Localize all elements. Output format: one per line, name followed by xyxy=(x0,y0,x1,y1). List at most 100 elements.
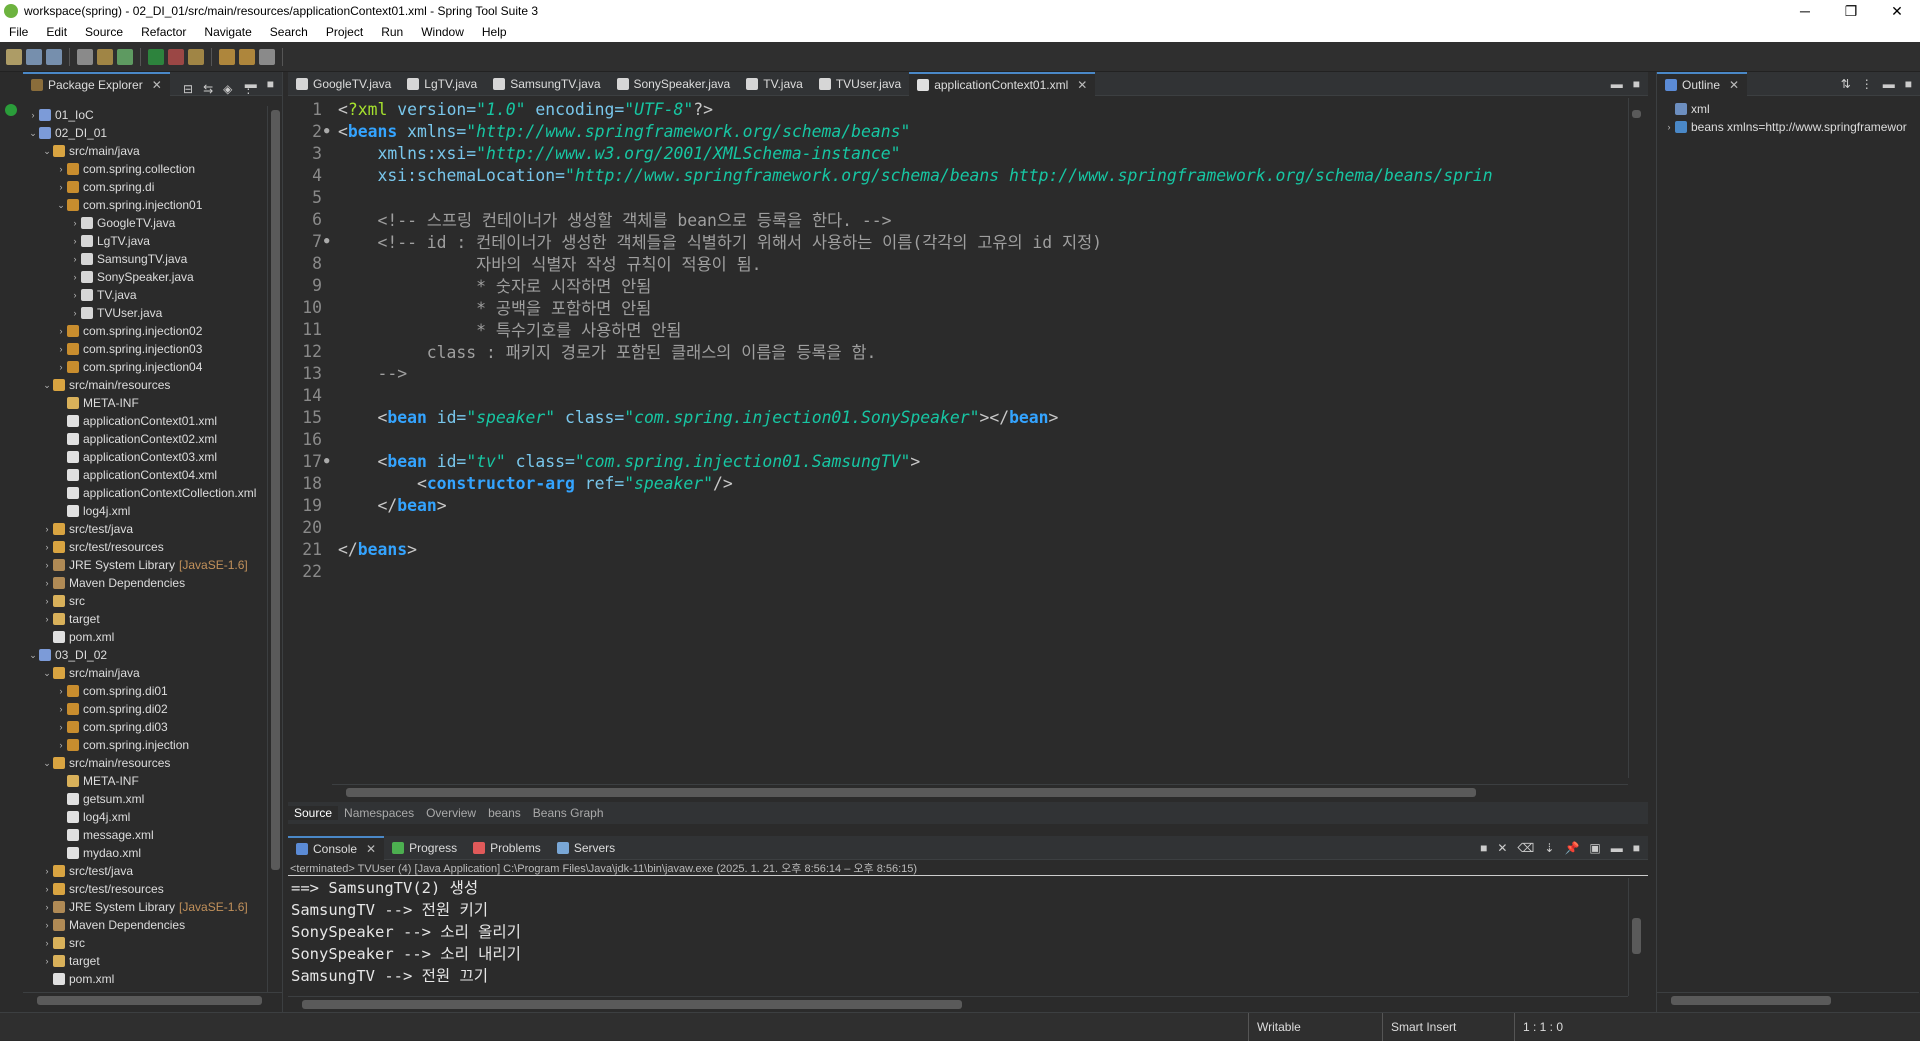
console-output[interactable]: ==> SamsungTV(2) 생성 SamsungTV --> 전원 키기 So… xyxy=(288,876,1648,986)
clear-console-icon[interactable]: ⌫ xyxy=(1517,841,1534,855)
editor-tab-tvuser-java[interactable]: TVUser.java xyxy=(811,72,909,96)
package-explorer-horizontal-scrollbar[interactable] xyxy=(23,992,282,1007)
terminate-icon[interactable]: ■ xyxy=(1480,841,1487,855)
tree-item[interactable]: getsum.xml xyxy=(23,790,268,808)
minimize-button[interactable]: ─ xyxy=(1782,3,1828,19)
console-vertical-scrollbar[interactable] xyxy=(1628,878,1644,996)
minimize-panel-icon[interactable]: ▬ xyxy=(1883,77,1895,91)
fold-marker-icon[interactable]: ● xyxy=(324,236,334,246)
tree-item[interactable]: › com.spring.injection03 xyxy=(23,340,268,358)
editor-page-tab-overview[interactable]: Overview xyxy=(420,806,482,820)
expand-arrow-icon[interactable]: › xyxy=(55,182,67,192)
expand-arrow-icon[interactable]: ⌄ xyxy=(41,668,53,679)
debug-icon[interactable] xyxy=(117,48,133,65)
expand-arrow-icon[interactable]: ⌄ xyxy=(27,650,39,661)
tree-item[interactable]: › src/test/java xyxy=(23,862,268,880)
tab-console[interactable]: Console ✕ xyxy=(288,835,385,860)
save-all-icon[interactable] xyxy=(46,48,62,65)
pin-console-icon[interactable]: 📌 xyxy=(1564,841,1579,855)
tree-item[interactable]: ⌄ src/main/java xyxy=(23,664,268,682)
tree-item[interactable]: applicationContext04.xml xyxy=(23,466,268,484)
search-icon[interactable] xyxy=(188,48,204,65)
expand-arrow-icon[interactable]: › xyxy=(55,704,67,714)
editor-page-tab-beans-graph[interactable]: Beans Graph xyxy=(527,806,610,820)
tree-item[interactable]: › com.spring.injection04 xyxy=(23,358,268,376)
expand-arrow-icon[interactable]: › xyxy=(55,344,67,354)
outline-item[interactable]: › beans xmlns=http://www.springframewor xyxy=(1663,118,1913,136)
tree-item[interactable]: ⌄ src/main/java xyxy=(23,142,268,160)
expand-arrow-icon[interactable]: › xyxy=(69,308,81,318)
maximize-panel-icon[interactable]: ■ xyxy=(1633,841,1640,855)
tree-item[interactable]: › src/test/java xyxy=(23,520,268,538)
display-console-icon[interactable]: ▣ xyxy=(1589,841,1600,855)
outline-item[interactable]: xml xyxy=(1663,100,1913,118)
tree-item[interactable]: › JRE System Library [JavaSE-1.6] xyxy=(23,898,268,916)
tree-item[interactable]: › GoogleTV.java xyxy=(23,214,268,232)
remove-launch-icon[interactable]: ✕ xyxy=(1497,841,1507,855)
tree-item[interactable]: › Maven Dependencies xyxy=(23,916,268,934)
tree-item[interactable]: › com.spring.di02 xyxy=(23,700,268,718)
expand-arrow-icon[interactable]: › xyxy=(69,272,81,282)
tab-servers[interactable]: Servers xyxy=(549,836,623,860)
editor-tab-applicationcontext01-xml[interactable]: applicationContext01.xml ✕ xyxy=(909,71,1096,96)
outline-horizontal-scrollbar[interactable] xyxy=(1657,992,1919,1007)
close-icon[interactable]: ✕ xyxy=(1729,78,1739,92)
maximize-panel-icon[interactable]: ■ xyxy=(1905,77,1912,91)
menu-item-run[interactable]: Run xyxy=(372,25,412,39)
expand-arrow-icon[interactable]: › xyxy=(69,218,81,228)
tree-item[interactable]: › TVUser.java xyxy=(23,304,268,322)
new-icon[interactable] xyxy=(6,48,22,65)
editor-page-tab-source[interactable]: Source xyxy=(288,806,339,820)
tree-item[interactable]: › com.spring.di xyxy=(23,178,268,196)
editor-tab-googletv-java[interactable]: GoogleTV.java xyxy=(288,72,399,96)
tab-progress[interactable]: Progress xyxy=(384,836,465,860)
fold-marker-icon[interactable]: ● xyxy=(324,126,334,136)
back-icon[interactable] xyxy=(219,48,235,65)
menu-item-source[interactable]: Source xyxy=(76,25,132,39)
run-icon[interactable] xyxy=(148,48,164,65)
expand-arrow-icon[interactable]: › xyxy=(41,956,53,966)
expand-arrow-icon[interactable]: › xyxy=(55,722,67,732)
external-tools-icon[interactable] xyxy=(168,48,184,65)
tree-item[interactable]: › SonySpeaker.java xyxy=(23,268,268,286)
forward-icon[interactable] xyxy=(239,48,255,65)
tree-item[interactable]: › src xyxy=(23,592,268,610)
expand-arrow-icon[interactable]: › xyxy=(55,362,67,372)
tree-item[interactable]: message.xml xyxy=(23,826,268,844)
tree-item[interactable]: › com.spring.injection xyxy=(23,736,268,754)
tree-item[interactable]: mydao.xml xyxy=(23,844,268,862)
editor-tab-lgtv-java[interactable]: LgTV.java xyxy=(399,72,485,96)
menu-item-refactor[interactable]: Refactor xyxy=(132,25,195,39)
open-type-icon[interactable] xyxy=(97,48,113,65)
maximize-panel-icon[interactable]: ■ xyxy=(267,77,274,91)
console-horizontal-scrollbar[interactable] xyxy=(288,996,1628,1010)
tree-item[interactable]: ⌄ src/main/resources xyxy=(23,754,268,772)
print-icon[interactable] xyxy=(77,48,93,65)
tab-outline[interactable]: Outline ✕ xyxy=(1657,71,1748,96)
expand-arrow-icon[interactable]: › xyxy=(55,164,67,174)
expand-arrow-icon[interactable]: › xyxy=(55,740,67,750)
menu-item-search[interactable]: Search xyxy=(261,25,317,39)
expand-arrow-icon[interactable]: › xyxy=(41,920,53,930)
expand-arrow-icon[interactable]: › xyxy=(69,290,81,300)
expand-arrow-icon[interactable]: › xyxy=(41,542,53,552)
expand-arrow-icon[interactable]: ⌄ xyxy=(27,128,39,139)
tree-item[interactable]: › target xyxy=(23,952,268,970)
editor-tab-sonyspeaker-java[interactable]: SonySpeaker.java xyxy=(609,72,739,96)
tree-item[interactable]: › LgTV.java xyxy=(23,232,268,250)
expand-arrow-icon[interactable]: › xyxy=(55,686,67,696)
expand-arrow-icon[interactable]: ⌄ xyxy=(55,200,67,211)
code-area[interactable]: 1 <?xml version="1.0" encoding="UTF-8"?> 2… xyxy=(288,98,1628,778)
tree-item[interactable]: META-INF xyxy=(23,394,268,412)
save-icon[interactable] xyxy=(26,48,42,65)
tree-item[interactable]: ⌄ 02_DI_01 xyxy=(23,124,268,142)
tree-item[interactable]: › SamsungTV.java xyxy=(23,250,268,268)
tree-item[interactable]: › com.spring.collection xyxy=(23,160,268,178)
tree-item[interactable]: log4j.xml xyxy=(23,502,268,520)
expand-arrow-icon[interactable]: ⌄ xyxy=(41,380,53,391)
expand-arrow-icon[interactable]: › xyxy=(27,110,39,120)
tree-item[interactable]: › target xyxy=(23,610,268,628)
tree-item[interactable]: META-INF xyxy=(23,772,268,790)
menu-item-file[interactable]: File xyxy=(0,25,37,39)
tree-item[interactable]: ⌄ src/main/resources xyxy=(23,376,268,394)
